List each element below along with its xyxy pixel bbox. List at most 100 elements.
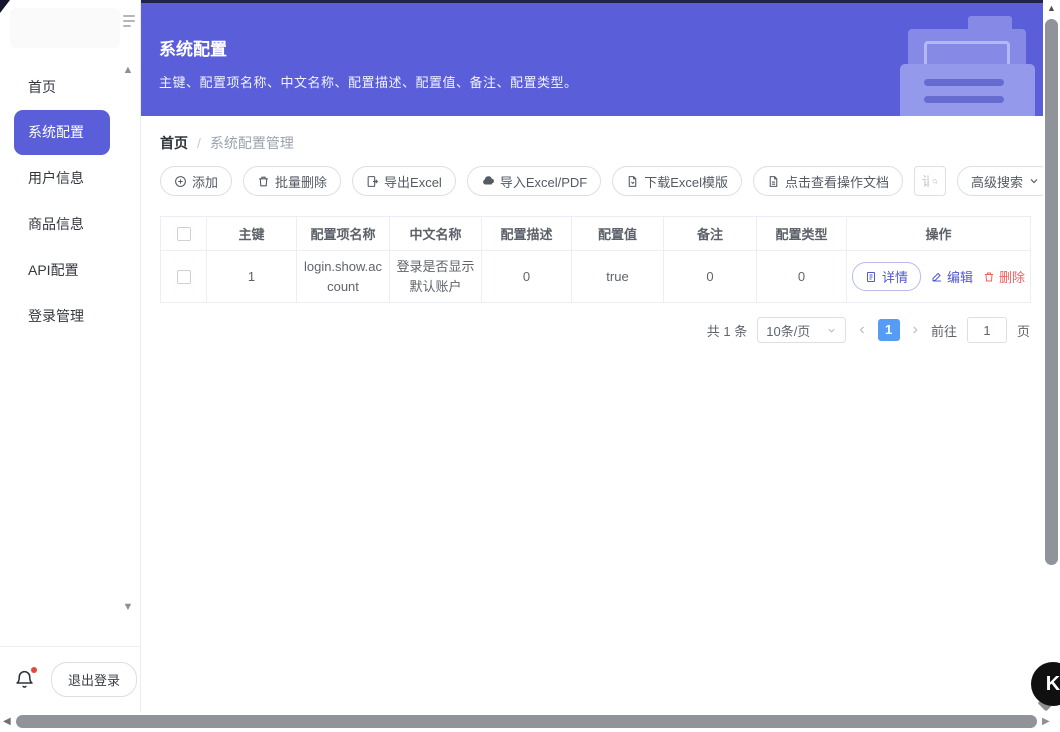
detail-doc-icon: [867, 271, 875, 282]
col-remark: 备注: [663, 216, 757, 251]
trash-icon: [259, 176, 268, 186]
trash-icon: [985, 272, 993, 281]
chat-widget-letter: K: [1045, 672, 1060, 695]
scroll-right-arrow-icon[interactable]: ▶: [1042, 716, 1050, 727]
sidebar: ▲ 首页 系统配置 用户信息 商品信息 API配置 登录管理 ▼ 退出登录: [0, 0, 141, 712]
logout-button[interactable]: 退出登录: [51, 662, 138, 697]
download-template-button[interactable]: 下载Excel模版: [612, 166, 743, 196]
app-window: ▲ 首页 系统配置 用户信息 商品信息 API配置 登录管理 ▼ 退出登录 系统…: [0, 0, 1060, 732]
sidebar-item-home[interactable]: 首页: [0, 64, 141, 110]
cell-desc: 0: [481, 250, 572, 303]
sidebar-scroll-down-icon[interactable]: ▼: [118, 601, 138, 613]
notification-dot: [31, 666, 37, 673]
batch-delete-label: 批量删除: [275, 174, 328, 190]
search-icon: [932, 178, 938, 184]
edit-button[interactable]: 编辑: [931, 267, 973, 286]
sidebar-item-api-config[interactable]: API配置: [0, 247, 141, 293]
logo-placeholder: [10, 8, 120, 48]
detail-button[interactable]: 详情: [852, 262, 921, 291]
pagination: 共 1 条 10条/页 ‹ 1 › 前往 页: [160, 317, 1030, 343]
scroll-left-arrow-icon[interactable]: ◀: [3, 716, 11, 727]
cell-remark: 0: [663, 250, 757, 303]
add-label: 添加: [192, 174, 219, 190]
col-desc: 配置描述: [481, 216, 572, 251]
page-size-select[interactable]: 10条/页: [757, 317, 847, 343]
advanced-search-button[interactable]: 高级搜索: [957, 166, 1055, 196]
col-type: 配置类型: [756, 216, 847, 251]
sidebar-menu: 首页 系统配置 用户信息 商品信息 API配置 登录管理: [0, 64, 141, 339]
chevron-down-icon: [828, 328, 835, 333]
import-excel-pdf-label: 导入Excel/PDF: [499, 174, 588, 190]
file-download-icon: [628, 175, 637, 187]
sidebar-item-system-config[interactable]: 系统配置: [14, 110, 110, 155]
advanced-search-label: 高级搜索: [971, 174, 1024, 190]
sidebar-item-user-info[interactable]: 用户信息: [0, 155, 141, 201]
col-actions: 操作: [846, 216, 1031, 251]
row-actions: 详情 编辑 删除: [852, 262, 1025, 291]
horizontal-scrollbar-thumb[interactable]: [16, 715, 1037, 728]
folder-illustration: [888, 3, 1043, 116]
goto-unit-label: 页: [1016, 323, 1030, 339]
delete-button[interactable]: 删除: [983, 267, 1025, 286]
config-table: 主键 配置项名称 中文名称 配置描述 配置值 备注 配置类型 操作 1 logi…: [160, 216, 1031, 303]
goto-page-input[interactable]: [966, 317, 1007, 343]
export-icon: [367, 175, 379, 187]
page-number-active[interactable]: 1: [877, 319, 900, 341]
delete-label: 删除: [999, 270, 1026, 285]
sidebar-item-login-manage[interactable]: 登录管理: [0, 293, 141, 339]
cell-value: true: [571, 250, 664, 303]
corner-artifact: [0, 0, 10, 13]
cell-config-key: login.show.account: [296, 250, 390, 303]
breadcrumb-home[interactable]: 首页: [160, 133, 188, 153]
cell-cn-name: 登录是否显示默认账户: [389, 250, 482, 303]
col-cn-name: 中文名称: [389, 216, 482, 251]
cell-id: 1: [206, 250, 297, 303]
breadcrumb: 首页 / 系统配置管理: [160, 133, 1024, 153]
menu-collapse-icon[interactable]: [123, 15, 137, 29]
chat-widget-button[interactable]: K: [1031, 662, 1060, 712]
sidebar-footer: 退出登录: [0, 646, 141, 712]
cell-type: 0: [756, 250, 847, 303]
vertical-scrollbar: ▲: [1043, 0, 1060, 712]
table-header-row: 主键 配置项名称 中文名称 配置描述 配置值 备注 配置类型 操作: [160, 216, 1031, 251]
goto-label: 前往: [930, 323, 957, 339]
chat-widget-circle: K: [1031, 662, 1060, 706]
config-search-input[interactable]: [922, 173, 930, 189]
toolbar: 添加 批量删除 导出Excel 导入Excel/PDF 下载Excel模版 点击…: [160, 166, 1055, 196]
prev-page-button[interactable]: ‹: [856, 322, 867, 338]
edit-label: 编辑: [947, 270, 974, 285]
table-row: 1 login.show.account 登录是否显示默认账户 0 true 0…: [160, 250, 1031, 303]
breadcrumb-separator: /: [197, 135, 201, 151]
export-excel-label: 导出Excel: [384, 174, 442, 190]
chevron-down-icon: [1030, 179, 1038, 184]
add-button[interactable]: 添加: [160, 166, 233, 196]
vertical-scrollbar-thumb[interactable]: [1045, 19, 1058, 565]
page-banner: 系统配置 主键、配置项名称、中文名称、配置描述、配置值、备注、配置类型。: [141, 3, 1043, 116]
sidebar-item-product-info[interactable]: 商品信息: [0, 201, 141, 247]
download-template-label: 下载Excel模版: [644, 174, 729, 190]
export-excel-button[interactable]: 导出Excel: [352, 166, 456, 196]
view-docs-button[interactable]: 点击查看操作文档: [753, 166, 904, 196]
edit-icon: [932, 272, 941, 281]
batch-delete-button[interactable]: 批量删除: [243, 166, 342, 196]
select-all-checkbox[interactable]: [176, 227, 191, 242]
col-config-key: 配置项名称: [296, 216, 390, 251]
pagination-total: 共 1 条: [706, 323, 748, 339]
row-checkbox[interactable]: [176, 270, 191, 285]
next-page-button[interactable]: ›: [910, 322, 921, 338]
import-excel-pdf-button[interactable]: 导入Excel/PDF: [466, 166, 602, 196]
document-icon: [769, 175, 778, 187]
col-id: 主键: [206, 216, 297, 251]
cloud-upload-icon: [482, 176, 494, 185]
notification-bell-icon[interactable]: [14, 666, 37, 691]
col-value: 配置值: [571, 216, 664, 251]
breadcrumb-current: 系统配置管理: [209, 135, 294, 151]
main-content: 首页 / 系统配置管理 添加 批量删除 导出Excel 导入Excel/PDF: [141, 116, 1055, 712]
config-search-box: [914, 166, 947, 196]
view-docs-label: 点击查看操作文档: [785, 174, 890, 190]
plus-circle-icon: [175, 175, 186, 187]
scroll-up-arrow-icon[interactable]: ▲: [1043, 3, 1060, 13]
page-size-value: 10条/页: [766, 323, 811, 339]
horizontal-scrollbar: ◀ ▶: [0, 712, 1060, 732]
detail-label: 详情: [882, 270, 909, 285]
